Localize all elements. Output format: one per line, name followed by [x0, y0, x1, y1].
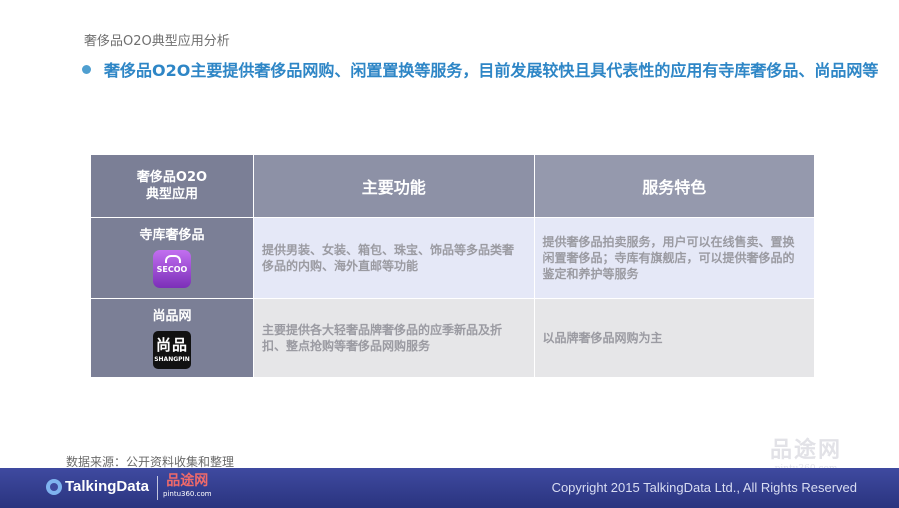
table-header-row: 奢侈品O2O 典型应用 主要功能 服务特色 — [90, 154, 815, 218]
feature-cell: 提供奢侈品拍卖服务，用户可以在线售卖、置换闲置奢侈品；寺库有旗舰店，可以提供奢侈… — [533, 217, 815, 299]
secoo-logo-text: SECOO — [156, 264, 188, 274]
watermark-name: 品途网 — [770, 437, 843, 463]
bullet-dot-icon — [82, 65, 91, 74]
footer-divider — [157, 476, 158, 500]
shangpin-logo-small: SHANGPIN — [154, 356, 190, 363]
header-app-cell: 奢侈品O2O 典型应用 — [90, 154, 254, 218]
talkingdata-logo: TalkingData — [46, 478, 149, 495]
shangpin-logo-icon: 尚品 SHANGPIN — [153, 331, 191, 369]
table-row: 尚品网 尚品 SHANGPIN 主要提供各大轻奢品牌奢侈品的应季新品及折扣、整点… — [90, 298, 815, 378]
partner-url: pintu360.com — [163, 490, 212, 498]
bullet-text: 奢侈品O2O主要提供奢侈品网购、闲置置换等服务，目前发展较快且具代表性的应用有寺… — [104, 61, 879, 80]
secoo-logo-icon: SECOO — [153, 250, 191, 288]
function-cell: 提供男装、女装、箱包、珠宝、饰品等多品类奢侈品的内购、海外直邮等功能 — [253, 217, 535, 299]
brand-name: TalkingData — [65, 478, 149, 495]
header-feature: 服务特色 — [533, 154, 815, 218]
copyright: Copyright 2015 TalkingData Ltd., All Rig… — [551, 480, 857, 495]
page-title: 奢侈品O2O典型应用分析 — [84, 34, 230, 49]
app-cell-secoo: 寺库奢侈品 SECOO — [90, 217, 254, 299]
pintu-logo: 品途网 pintu360.com — [163, 473, 212, 499]
app-cell-shangpin: 尚品网 尚品 SHANGPIN — [90, 298, 254, 378]
table-row: 寺库奢侈品 SECOO 提供男装、女装、箱包、珠宝、饰品等多品类奢侈品的内购、海… — [90, 217, 815, 299]
header-function: 主要功能 — [253, 154, 535, 218]
partner-name: 品途网 — [166, 473, 209, 489]
app-name: 尚品网 — [152, 309, 192, 324]
footer-bar: TalkingData 品途网 pintu360.com Copyright 2… — [0, 468, 899, 508]
header-app-line2: 典型应用 — [145, 187, 198, 202]
function-cell: 主要提供各大轻奢品牌奢侈品的应季新品及折扣、整点抢购等奢侈品网购服务 — [253, 298, 535, 378]
shangpin-logo-big: 尚品 — [155, 336, 188, 354]
o2o-table: 奢侈品O2O 典型应用 主要功能 服务特色 寺库奢侈品 SECOO 提供男装、女… — [90, 154, 815, 378]
app-name: 寺库奢侈品 — [139, 228, 205, 243]
header-app-line1: 奢侈品O2O — [136, 170, 208, 185]
talkingdata-logo-icon — [46, 478, 62, 495]
feature-cell: 以品牌奢侈品网购为主 — [533, 298, 815, 378]
